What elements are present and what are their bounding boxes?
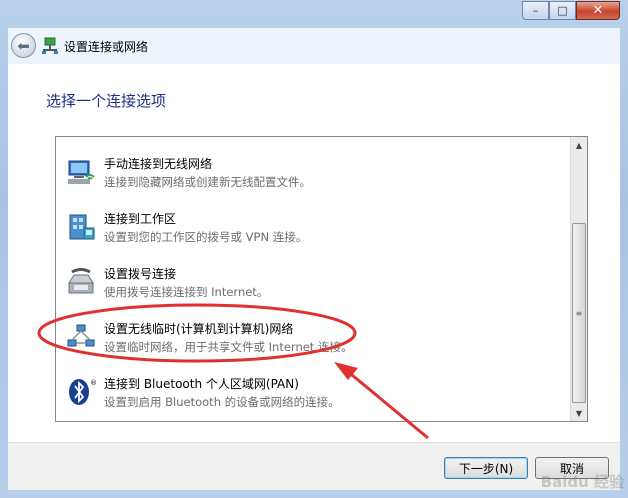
scroll-thumb[interactable]: ≡ bbox=[572, 223, 586, 403]
svg-text:®: ® bbox=[90, 379, 96, 387]
option-dialup[interactable]: 设置拨号连接 使用拨号连接连接到 Internet。 bbox=[66, 263, 546, 315]
option-workplace[interactable]: 连接到工作区 设置到您的工作区的拨号或 VPN 连接。 bbox=[66, 208, 546, 260]
option-title: 设置无线临时(计算机到计算机)网络 bbox=[104, 322, 294, 336]
button-bar: 下一步(N) 取消 bbox=[8, 442, 620, 490]
navigation-bar: ⬅ 设置连接或网络 bbox=[8, 28, 620, 64]
network-icon bbox=[42, 37, 58, 54]
next-button[interactable]: 下一步(N) bbox=[444, 457, 528, 479]
maximize-button[interactable]: □ bbox=[549, 1, 576, 20]
watermark: Baidu 经验 bbox=[540, 473, 624, 491]
option-adhoc-wireless[interactable]: 设置无线临时(计算机到计算机)网络 设置临时网络，用于共享文件或 Interne… bbox=[66, 318, 546, 370]
dialup-modem-icon bbox=[68, 268, 94, 294]
caption-buttons: – □ ✕ bbox=[522, 1, 620, 20]
option-description: 设置到您的工作区的拨号或 VPN 连接。 bbox=[104, 230, 308, 244]
back-button[interactable]: ⬅ bbox=[11, 33, 36, 58]
back-arrow-icon: ⬅ bbox=[17, 36, 30, 55]
option-description: 设置到启用 Bluetooth 的设备或网络的连接。 bbox=[104, 395, 340, 409]
close-button[interactable]: ✕ bbox=[576, 1, 620, 20]
bluetooth-icon: ® bbox=[69, 379, 96, 405]
option-manual-wireless[interactable]: 手动连接到无线网络 连接到隐藏网络或创建新无线配置文件。 bbox=[66, 153, 546, 205]
option-title: 设置拨号连接 bbox=[104, 267, 177, 281]
scroll-down-button[interactable]: ▼ bbox=[571, 405, 587, 421]
option-description: 设置临时网络，用于共享文件或 Internet 连接。 bbox=[104, 340, 353, 354]
minimize-button[interactable]: – bbox=[522, 1, 549, 20]
option-title: 连接到工作区 bbox=[104, 212, 177, 226]
page-heading: 选择一个连接选项 bbox=[46, 92, 167, 110]
option-description: 连接到隐藏网络或创建新无线配置文件。 bbox=[104, 175, 311, 189]
title-bar[interactable]: – □ ✕ bbox=[0, 0, 628, 28]
option-description: 使用拨号连接连接到 Internet。 bbox=[104, 285, 269, 299]
content-area: 选择一个连接选项 手动连接到无线网络 连接到隐藏网络或创建新无线配置文件。 连接… bbox=[8, 64, 620, 442]
window-title: 设置连接或网络 bbox=[64, 40, 149, 54]
option-bluetooth-pan[interactable]: ® 连接到 Bluetooth 个人区域网(PAN) 设置到启用 Bluetoo… bbox=[66, 373, 546, 421]
scroll-up-button[interactable]: ▲ bbox=[571, 137, 587, 153]
option-title: 连接到 Bluetooth 个人区域网(PAN) bbox=[104, 377, 299, 391]
option-title: 手动连接到无线网络 bbox=[104, 157, 213, 171]
workplace-icon bbox=[69, 214, 95, 240]
connection-options-list[interactable]: 手动连接到无线网络 连接到隐藏网络或创建新无线配置文件。 连接到工作区 设置到您… bbox=[55, 136, 588, 422]
vertical-scrollbar[interactable]: ▲ ≡ ▼ bbox=[570, 137, 587, 421]
adhoc-network-icon bbox=[67, 324, 95, 347]
wireless-network-icon bbox=[68, 160, 95, 184]
window-frame: – □ ✕ ⬅ 设置连接或网络 选择一个连接选项 手动连接到无线网络 连接到隐藏… bbox=[0, 0, 628, 498]
